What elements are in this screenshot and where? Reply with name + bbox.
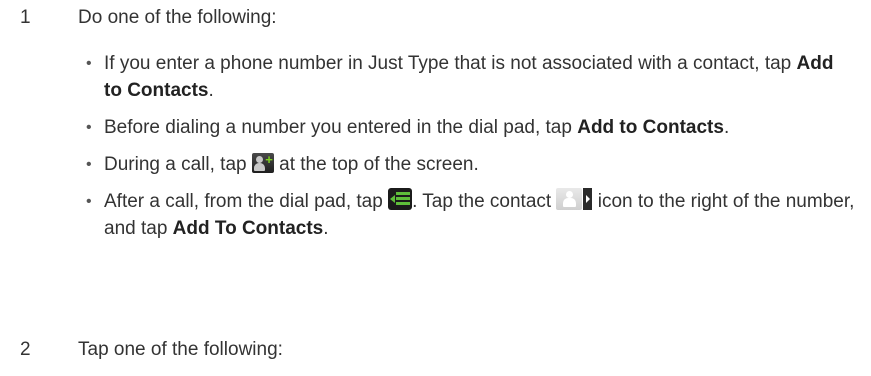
- bullet-glyph: •: [86, 193, 92, 210]
- list-item: • After a call, from the dial pad, tap .…: [86, 188, 856, 242]
- item-bold-text: Add to Contacts: [577, 117, 724, 138]
- list-item: • During a call, tap + at the top of the…: [86, 151, 856, 178]
- item-text: During a call, tap: [104, 154, 252, 175]
- contact-icon: [556, 188, 593, 210]
- list-item: • Before dialing a number you entered in…: [86, 114, 856, 141]
- step-text: Tap one of the following:: [78, 339, 283, 360]
- bullet-glyph: •: [86, 55, 92, 72]
- document-page: 1 Do one of the following: • If you ente…: [0, 0, 871, 376]
- item-text: If you enter a phone number in Just Type…: [104, 53, 797, 74]
- item-text-end: .: [323, 218, 329, 239]
- bullet-glyph: •: [86, 156, 92, 173]
- item-text-mid: . Tap the contact: [412, 191, 557, 212]
- item-text-end: .: [208, 80, 214, 101]
- step-text: Do one of the following:: [78, 7, 277, 28]
- bullet-glyph: •: [86, 119, 92, 136]
- list-item: • If you enter a phone number in Just Ty…: [86, 50, 856, 104]
- add-contact-icon: +: [251, 153, 274, 173]
- item-bold-text: Add To Contacts: [172, 218, 324, 239]
- item-text-end: .: [723, 117, 730, 138]
- menu-icon: [388, 188, 413, 210]
- step-number: 1: [20, 7, 31, 28]
- item-text-end: at the top of the screen.: [273, 154, 479, 175]
- step-number: 2: [20, 339, 31, 360]
- item-text: After a call, from the dial pad, tap: [104, 191, 389, 212]
- item-text: Before dialing a number you entered in t…: [104, 117, 578, 138]
- option-list: • If you enter a phone number in Just Ty…: [86, 50, 856, 252]
